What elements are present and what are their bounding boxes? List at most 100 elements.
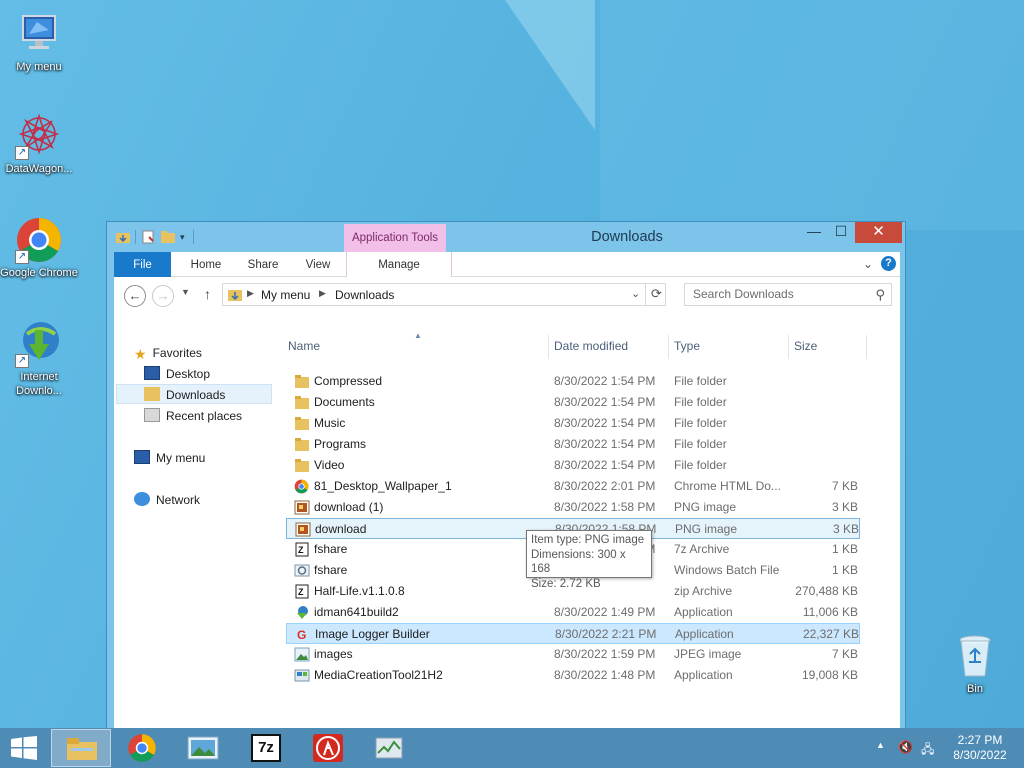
search-input[interactable]: Search Downloads ⚲: [684, 283, 892, 306]
file-type: File folder: [674, 374, 727, 388]
back-button[interactable]: ←: [124, 285, 146, 307]
breadcrumb-my-menu[interactable]: My menu: [261, 288, 310, 302]
file-row[interactable]: G Image Logger Builder 8/30/2022 2:21 PM Ap…: [286, 623, 860, 644]
file-type: 7z Archive: [674, 542, 730, 556]
file-row[interactable]: Music 8/30/2022 1:54 PM File folder: [286, 413, 860, 434]
recent-locations-chevron-icon[interactable]: ▼: [181, 287, 190, 297]
column-divider[interactable]: [866, 335, 867, 359]
folder-file-icon: [294, 416, 310, 431]
file-name: Image Logger Builder: [315, 627, 430, 641]
properties-icon[interactable]: [140, 229, 156, 245]
up-arrow-icon[interactable]: ↑: [204, 286, 211, 302]
file-name: Half-Life.v1.1.0.8: [314, 584, 405, 598]
column-divider[interactable]: [788, 335, 789, 359]
file-row[interactable]: MediaCreationTool21H2 8/30/2022 1:48 PM Ap…: [286, 665, 860, 686]
column-divider[interactable]: [548, 335, 549, 359]
column-header-date[interactable]: Date modified: [554, 339, 628, 353]
nav-desktop[interactable]: Desktop: [144, 364, 210, 384]
file-name: fshare: [314, 542, 348, 556]
search-placeholder: Search Downloads: [693, 287, 794, 301]
file-row[interactable]: Programs 8/30/2022 1:54 PM File folder: [286, 434, 860, 455]
file-size: 1 KB: [831, 542, 858, 556]
breadcrumb-separator-icon[interactable]: ▶: [247, 288, 254, 299]
taskbar-clock[interactable]: 2:27 PM 8/30/2022: [946, 733, 1014, 763]
qat-customize-chevron-icon[interactable]: ▾: [180, 232, 185, 243]
file-type: Chrome HTML Do...: [674, 479, 781, 493]
network-tray-icon[interactable]: 🖧: [921, 740, 934, 761]
nav-my-menu[interactable]: My menu: [134, 448, 205, 468]
search-icon[interactable]: ⚲: [875, 284, 885, 305]
tab-file[interactable]: File: [114, 252, 171, 277]
computer-icon: [134, 450, 150, 464]
desktop-icon-internet-download-manager[interactable]: ↗ Internet Downlo...: [0, 320, 78, 398]
desktop-icon-my-menu[interactable]: My menu: [0, 10, 78, 74]
taskbar-7zip[interactable]: 7z: [237, 729, 297, 767]
taskbar-file-explorer[interactable]: [51, 729, 111, 767]
file-size: 3 KB: [832, 522, 859, 536]
file-size: 7 KB: [831, 479, 858, 493]
file-tooltip: Item type: PNG image Dimensions: 300 x 1…: [526, 530, 652, 590]
column-divider[interactable]: [668, 335, 669, 359]
column-header-size[interactable]: Size: [794, 339, 817, 353]
desktop-icon-recycle-bin[interactable]: Bin: [936, 632, 1014, 696]
nav-favorites[interactable]: ★ Favorites: [134, 343, 202, 363]
column-header-name[interactable]: Name: [288, 339, 320, 353]
windows-start-icon[interactable]: [10, 736, 38, 760]
taskbar-photo-viewer[interactable]: [174, 729, 234, 767]
tab-share[interactable]: Share: [237, 252, 289, 277]
file-row[interactable]: Documents 8/30/2022 1:54 PM File folder: [286, 392, 860, 413]
datawagon-icon: ↗: [15, 112, 63, 160]
file-row[interactable]: download (1) 8/30/2022 1:58 PM PNG image 3 …: [286, 497, 860, 518]
wallpaper-shape: [505, 0, 595, 130]
photo-viewer-icon: [187, 736, 219, 760]
file-row[interactable]: 81_Desktop_Wallpaper_1 8/30/2022 2:01 PM C…: [286, 476, 860, 497]
breadcrumb-downloads[interactable]: Downloads: [335, 288, 394, 302]
file-row[interactable]: idman641build2 8/30/2022 1:49 PM Applicati…: [286, 602, 860, 623]
7zip-icon: 7z: [251, 734, 281, 762]
desktop-icon-google-chrome[interactable]: ↗ Google Chrome: [0, 216, 78, 280]
desktop-icon-datawagon[interactable]: ↗ DataWagon...: [0, 112, 78, 176]
tab-home[interactable]: Home: [177, 252, 235, 277]
taskbar-chrome[interactable]: [113, 729, 173, 767]
refresh-icon[interactable]: ⟳: [651, 286, 662, 302]
nav-downloads[interactable]: Downloads: [116, 384, 272, 404]
sort-up-icon: ▲: [414, 331, 422, 340]
address-bar[interactable]: ▶ My menu ▶ Downloads ⌄ ⟳: [222, 283, 666, 306]
column-header-type[interactable]: Type: [674, 339, 700, 353]
expand-ribbon-chevron-icon[interactable]: ⌄: [863, 257, 873, 271]
file-date: 8/30/2022 1:48 PM: [554, 668, 656, 682]
breadcrumb-separator-icon[interactable]: ▶: [319, 288, 326, 299]
taskbar-half-life[interactable]: [299, 729, 359, 767]
address-dropdown-chevron-icon[interactable]: ⌄: [631, 287, 640, 300]
file-row[interactable]: images 8/30/2022 1:59 PM JPEG image 7 KB: [286, 644, 860, 665]
close-button[interactable]: ✕: [855, 222, 902, 243]
tooltip-item-type: Item type: PNG image: [531, 534, 645, 546]
file-type: File folder: [674, 437, 727, 451]
file-date: 8/30/2022 1:59 PM: [554, 647, 656, 661]
google-file-icon: G: [295, 627, 311, 642]
title-bar[interactable]: ▾ Application Tools Downloads — ☐ ✕: [107, 222, 905, 252]
nav-recent-places[interactable]: Recent places: [144, 406, 242, 426]
file-list: ▲ Name Date modified Type Size Compresse…: [286, 313, 900, 723]
forward-button[interactable]: →: [152, 285, 174, 307]
file-row[interactable]: Compressed 8/30/2022 1:54 PM File folder: [286, 371, 860, 392]
png-file-icon: [295, 522, 311, 537]
file-name: MediaCreationTool21H2: [314, 668, 443, 682]
show-hidden-icons-chevron-icon[interactable]: ▲: [876, 740, 885, 750]
taskbar-task-manager[interactable]: [360, 729, 420, 767]
help-button[interactable]: ?: [881, 256, 896, 271]
maximize-button[interactable]: ☐: [828, 222, 854, 243]
tab-view[interactable]: View: [292, 252, 344, 277]
svg-text:Z: Z: [298, 545, 304, 555]
clock-time: 2:27 PM: [957, 733, 1003, 747]
file-size: 19,008 KB: [801, 668, 858, 682]
minimize-button[interactable]: —: [800, 222, 828, 243]
tab-manage[interactable]: Manage: [346, 252, 452, 277]
quick-access-toolbar: ▾: [115, 229, 194, 245]
nav-network[interactable]: Network: [134, 490, 200, 510]
file-type: File folder: [674, 458, 727, 472]
file-row[interactable]: Video 8/30/2022 1:54 PM File folder: [286, 455, 860, 476]
new-folder-icon[interactable]: [160, 229, 176, 245]
speaker-muted-icon[interactable]: 🔇: [898, 740, 913, 754]
folder-downloads-icon[interactable]: [115, 229, 131, 245]
